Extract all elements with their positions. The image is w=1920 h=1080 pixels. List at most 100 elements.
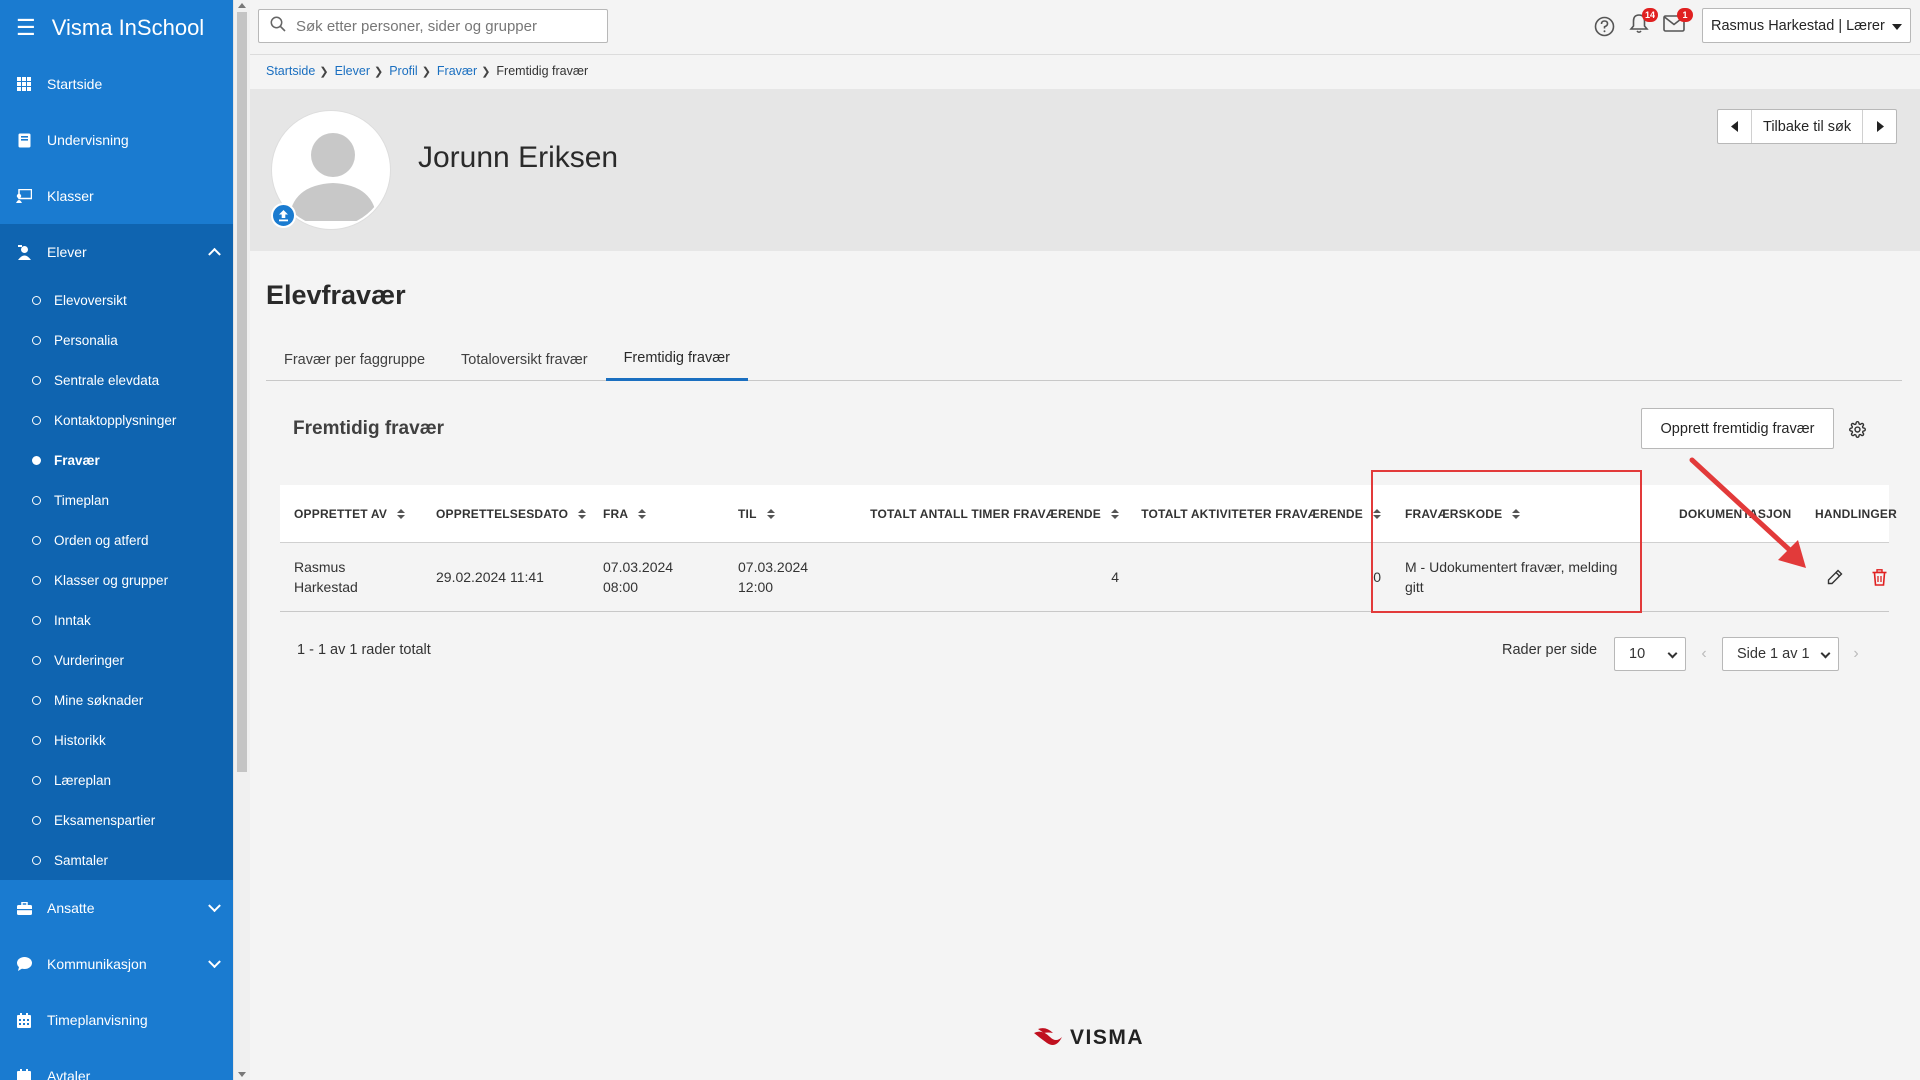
subitem-label: Eksamenspartier xyxy=(54,812,156,828)
sidebar-subitem-timeplan[interactable]: Timeplan xyxy=(0,480,233,520)
sidebar-item-label: Elever xyxy=(47,244,87,260)
sort-icon[interactable] xyxy=(1373,508,1381,519)
sidebar-subitem-kontaktopplysninger[interactable]: Kontaktopplysninger xyxy=(0,400,233,440)
column-header-timer-fravaerende[interactable]: TOTALT ANTALL TIMER FRAVÆRENDE xyxy=(867,485,1129,542)
scroll-up-arrow-icon[interactable] xyxy=(238,3,246,8)
sidebar-subitem-personalia[interactable]: Personalia xyxy=(0,320,233,360)
sidebar-item-undervisning[interactable]: Undervisning xyxy=(0,112,233,168)
breadcrumb-link-elever[interactable]: Elever xyxy=(335,64,370,78)
sidebar-subitem-eksamenspartier[interactable]: Eksamenspartier xyxy=(0,800,233,840)
sort-icon[interactable] xyxy=(766,508,775,519)
column-header-til[interactable]: TIL xyxy=(724,485,867,542)
next-student-button[interactable] xyxy=(1862,110,1896,143)
messages-button[interactable]: 1 xyxy=(1662,8,1693,38)
sort-icon[interactable] xyxy=(1512,508,1521,519)
sidebar-item-elever[interactable]: Elever xyxy=(0,224,233,280)
sidebar-subitem-inntak[interactable]: Inntak xyxy=(0,600,233,640)
cell-to: 07.03.2024 12:00 xyxy=(738,559,809,595)
column-header-aktiviteter-fravaerende[interactable]: TOTALT AKTIVITETER FRAVÆRENDE xyxy=(1129,485,1391,542)
breadcrumb-link-profil[interactable]: Profil xyxy=(389,64,417,78)
column-header-label: FRAVÆRSKODE xyxy=(1405,506,1503,521)
app-name: Visma InSchool xyxy=(51,15,205,40)
edit-button[interactable] xyxy=(1825,567,1845,587)
previous-page-button[interactable]: ‹ xyxy=(1698,645,1710,662)
sidebar-scrollbar[interactable] xyxy=(233,0,250,1080)
column-header-label: TIL xyxy=(738,506,757,521)
sidebar-item-label: Timeplanvisning xyxy=(47,1012,148,1028)
breadcrumb-link-startside[interactable]: Startside xyxy=(266,64,315,78)
hamburger-menu-icon[interactable]: ☰ xyxy=(16,17,36,39)
sidebar-item-kommunikasjon[interactable]: Kommunikasjon xyxy=(0,936,233,992)
sidebar-subitem-elevoversikt[interactable]: Elevoversikt xyxy=(0,280,233,320)
tab-fravaer-per-faggruppe[interactable]: Fravær per faggruppe xyxy=(266,338,443,381)
filled-bullet-icon xyxy=(32,455,41,465)
sidebar-subitem-fravaer[interactable]: Fravær xyxy=(0,440,233,480)
breadcrumb-link-fravaer[interactable]: Fravær xyxy=(437,64,477,78)
back-to-search-button[interactable]: Tilbake til søk xyxy=(1752,110,1862,143)
sidebar-item-label: Kommunikasjon xyxy=(47,956,147,972)
topbar: 14 1 Rasmus Harkestad | Lærer xyxy=(250,0,1920,55)
table-settings-button[interactable] xyxy=(1846,418,1868,440)
sidebar-subitem-samtaler[interactable]: Samtaler xyxy=(0,840,233,880)
next-page-button[interactable]: › xyxy=(1850,645,1862,662)
sort-icon[interactable] xyxy=(578,508,587,519)
sidebar-item-klasser[interactable]: Klasser xyxy=(0,168,233,224)
column-header-label: DOKUMENTASJON xyxy=(1679,506,1792,521)
search-input[interactable] xyxy=(296,17,586,35)
chevron-down-icon xyxy=(1667,648,1678,659)
delete-button[interactable] xyxy=(1869,567,1889,587)
chevron-down-icon xyxy=(208,955,221,969)
user-menu-dropdown[interactable]: Rasmus Harkestad | Lærer xyxy=(1702,8,1911,43)
visma-logo-text: VISMA xyxy=(1070,1026,1145,1049)
column-header-opprettet-av[interactable]: OPPRETTET AV xyxy=(280,485,422,542)
rows-per-page-select[interactable]: 10 xyxy=(1614,637,1686,671)
page-select[interactable]: Side 1 av 1 xyxy=(1722,637,1839,671)
previous-student-button[interactable] xyxy=(1718,110,1752,143)
visma-mark-icon xyxy=(1034,1028,1062,1045)
circle-bullet-icon xyxy=(32,775,41,785)
column-header-opprettelsesdato[interactable]: OPPRETTELSESDATO xyxy=(422,485,589,542)
subitem-label: Mine søknader xyxy=(54,692,144,708)
upload-photo-button[interactable] xyxy=(271,203,296,228)
sidebar-subitem-vurderinger[interactable]: Vurderinger xyxy=(0,640,233,680)
circle-bullet-icon xyxy=(32,815,41,825)
scroll-down-arrow-icon[interactable] xyxy=(238,1072,246,1077)
sidebar-subitem-sentrale-elevdata[interactable]: Sentrale elevdata xyxy=(0,360,233,400)
sort-icon[interactable] xyxy=(638,508,647,519)
column-header-label: TOTALT AKTIVITETER FRAVÆRENDE xyxy=(1141,506,1363,521)
sidebar-subitem-klasser-og-grupper[interactable]: Klasser og grupper xyxy=(0,560,233,600)
notifications-button[interactable]: 14 xyxy=(1627,8,1658,38)
tab-fremtidig-fravaer[interactable]: Fremtidig fravær xyxy=(605,338,748,381)
global-search[interactable] xyxy=(258,9,608,43)
sidebar-subitem-orden-og-atferd[interactable]: Orden og atferd xyxy=(0,520,233,560)
column-header-label: HANDLINGER xyxy=(1815,506,1897,521)
row-actions xyxy=(1801,567,1889,587)
chevron-right-icon: ❯ xyxy=(421,65,431,78)
sidebar-item-ansatte[interactable]: Ansatte xyxy=(0,880,233,936)
help-icon[interactable] xyxy=(1592,14,1616,38)
subitem-label: Orden og atferd xyxy=(54,532,149,548)
cell-activities: 0 xyxy=(1373,569,1381,585)
user-menu-label: Rasmus Harkestad | Lærer xyxy=(1711,17,1885,34)
column-header-fra[interactable]: FRA xyxy=(589,485,724,542)
calendar-icon xyxy=(16,1012,32,1028)
scrollbar-thumb[interactable] xyxy=(237,12,247,772)
subitem-label: Læreplan xyxy=(54,772,112,788)
sidebar-subitem-mine-soknader[interactable]: Mine søknader xyxy=(0,680,233,720)
sidebar-subitem-laereplan[interactable]: Læreplan xyxy=(0,760,233,800)
sidebar-item-avtaler[interactable]: Avtaler xyxy=(0,1048,233,1080)
sidebar-subitem-historikk[interactable]: Historikk xyxy=(0,720,233,760)
caret-down-icon xyxy=(1892,24,1902,30)
create-future-absence-button[interactable]: Opprett fremtidig fravær xyxy=(1641,408,1834,449)
sort-icon[interactable] xyxy=(397,508,406,519)
student-name: Jorunn Eriksen xyxy=(418,141,619,174)
sidebar-item-label: Avtaler xyxy=(47,1068,91,1080)
circle-bullet-icon xyxy=(32,695,41,705)
tab-totaloversikt-fravaer[interactable]: Totaloversikt fravær xyxy=(443,338,606,381)
sort-icon[interactable] xyxy=(1111,508,1119,519)
sidebar-item-timeplanvisning[interactable]: Timeplanvisning xyxy=(0,992,233,1048)
column-header-fravaerskode[interactable]: FRAVÆRSKODE xyxy=(1391,485,1665,542)
grid-icon xyxy=(16,76,32,92)
sidebar-item-startside[interactable]: Startside xyxy=(0,56,233,112)
student-icon xyxy=(16,244,32,260)
